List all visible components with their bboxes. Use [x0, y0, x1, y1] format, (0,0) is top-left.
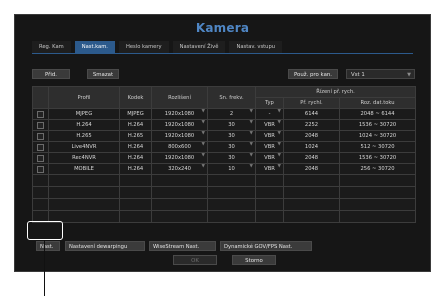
callout-line — [44, 240, 45, 296]
cell-profile: MOBILE — [48, 163, 120, 175]
highlight-box — [27, 221, 63, 240]
add-button[interactable]: Přid. — [32, 69, 70, 79]
tab-camera-settings[interactable]: Nast.kam. — [74, 41, 115, 53]
cell-resolution[interactable]: 320x240 ▼ — [151, 163, 208, 175]
tab-bar: Reg. Kam Nast.kam. Heslo kamery Nastaven… — [32, 41, 283, 53]
cell-codec: H.264 — [119, 119, 152, 131]
cell-resolution[interactable]: 1920x1080 ▼ — [151, 119, 208, 131]
cell-profile: Live4NVR — [48, 141, 120, 153]
cell-type[interactable]: VBR ▼ — [255, 130, 284, 142]
row-checkbox[interactable] — [37, 165, 44, 173]
tab-camera-password[interactable]: Heslo kamery — [118, 41, 169, 53]
empty-row — [32, 186, 417, 199]
cell-range: 2048 ~ 6144 — [338, 108, 417, 120]
tab-input-settings[interactable]: Nastav. vstupu — [229, 41, 283, 53]
table-row[interactable]: H.265 H.265 1920x1080 ▼ 30 ▼ VBR ▼ 2048 102… — [32, 130, 417, 142]
cell-frame-rate[interactable]: 10 ▼ — [207, 163, 256, 175]
cell-resolution[interactable]: 1920x1080 ▼ — [151, 108, 208, 120]
tab-camera-registration[interactable]: Reg. Kam — [32, 41, 71, 53]
cell-type[interactable]: VBR ▼ — [255, 163, 284, 175]
row-checkbox[interactable] — [37, 143, 44, 151]
dialog-title: Kamera — [195, 21, 250, 35]
cell-rate[interactable]: 1024 — [283, 141, 340, 153]
profile-table: Profil Kodek Rozlišení Sn. frekv. Řízení… — [32, 86, 417, 223]
cell-frame-rate[interactable]: 30 ▼ — [207, 141, 256, 153]
ok-button[interactable]: OK — [173, 255, 217, 265]
header-resolution: Rozlišení — [151, 86, 208, 109]
row-checkbox[interactable] — [37, 154, 44, 162]
cell-range: 1536 ~ 30720 — [338, 152, 417, 164]
dynamic-gov-fps-button[interactable]: Dynamické GOV/FPS Nast. — [220, 241, 312, 251]
header-profile: Profil — [48, 86, 120, 109]
apply-to-channels-button[interactable]: Použ. pro kan. — [288, 69, 338, 79]
cancel-button[interactable]: Storno — [232, 255, 276, 265]
table-row[interactable]: MJPEG MJPEG 1920x1080 ▼ 2 ▼ - ▼ 6144 2048 ~… — [32, 108, 417, 120]
cell-type[interactable]: VBR ▼ — [255, 152, 284, 164]
table-row[interactable]: Rec4NVR H.264 1920x1080 ▼ 30 ▼ VBR ▼ 2048 1… — [32, 152, 417, 164]
cell-rate[interactable]: 2252 — [283, 119, 340, 131]
cell-rate[interactable]: 6144 — [283, 108, 340, 120]
cell-profile: H.265 — [48, 130, 120, 142]
cell-codec: H.264 — [119, 141, 152, 153]
cell-range: 256 ~ 30720 — [338, 163, 417, 175]
cell-profile: MJPEG — [48, 108, 120, 120]
header-frame-rate: Sn. frekv. — [207, 86, 256, 109]
cell-rate[interactable]: 2048 — [283, 152, 340, 164]
cell-frame-rate[interactable]: 30 ▼ — [207, 152, 256, 164]
cell-frame-rate[interactable]: 2 ▼ — [207, 108, 256, 120]
cell-codec: H.264 — [119, 163, 152, 175]
header-rate: Př. rychl. — [283, 97, 340, 109]
header-codec: Kodek — [119, 86, 152, 109]
cell-type[interactable]: VBR ▼ — [255, 141, 284, 153]
cell-resolution[interactable]: 1920x1080 ▼ — [151, 152, 208, 164]
row-checkbox[interactable] — [37, 110, 44, 118]
chevron-down-icon: ▼ — [407, 72, 411, 78]
header-type: Typ — [255, 97, 284, 109]
cell-range: 1536 ~ 30720 — [338, 119, 417, 131]
cell-range: 1024 ~ 30720 — [338, 130, 417, 142]
cell-type[interactable]: VBR ▼ — [255, 119, 284, 131]
empty-row — [32, 174, 417, 187]
table-row[interactable]: Live4NVR H.264 800x600 ▼ 30 ▼ VBR ▼ 1024 51… — [32, 141, 417, 153]
table-row[interactable]: H.264 H.264 1920x1080 ▼ 30 ▼ VBR ▼ 2252 153… — [32, 119, 417, 131]
empty-row — [32, 210, 417, 223]
cell-profile: Rec4NVR — [48, 152, 120, 164]
cell-rate[interactable]: 2048 — [283, 163, 340, 175]
tab-underline — [32, 53, 413, 54]
camera-settings-dialog: Kamera Reg. Kam Nast.kam. Heslo kamery N… — [14, 14, 431, 272]
empty-row — [32, 198, 417, 211]
cell-frame-rate[interactable]: 30 ▼ — [207, 119, 256, 131]
row-checkbox[interactable] — [37, 132, 44, 140]
tab-live-settings[interactable]: Nastavení Živě — [172, 41, 226, 53]
table-row[interactable]: MOBILE H.264 320x240 ▼ 10 ▼ VBR ▼ 2048 256 … — [32, 163, 417, 175]
cell-resolution[interactable]: 800x600 ▼ — [151, 141, 208, 153]
header-bitrate-control: Řízení př. rych. — [254, 86, 417, 98]
row-checkbox[interactable] — [37, 121, 44, 129]
profile-select-value: Vst 1 — [351, 72, 365, 78]
cell-range: 512 ~ 30720 — [338, 141, 417, 153]
profile-select[interactable]: Vst 1 ▼ — [346, 69, 415, 79]
delete-button[interactable]: Smazat — [87, 69, 119, 79]
cell-codec: H.264 — [119, 152, 152, 164]
wisestream-settings-button[interactable]: WiseStream Nast. — [149, 241, 216, 251]
cell-rate[interactable]: 2048 — [283, 130, 340, 142]
cell-profile: H.264 — [48, 119, 120, 131]
dewarping-settings-button[interactable]: Nastavení dewarpingu — [65, 241, 145, 251]
cell-resolution[interactable]: 1920x1080 ▼ — [151, 130, 208, 142]
cell-codec: H.265 — [119, 130, 152, 142]
cell-codec: MJPEG — [119, 108, 152, 120]
header-checkbox-col — [32, 86, 49, 109]
cell-frame-rate[interactable]: 30 ▼ — [207, 130, 256, 142]
settings-button[interactable]: Nast. — [36, 241, 60, 251]
cell-type[interactable]: - ▼ — [255, 108, 284, 120]
header-range: Roz. dat.toku — [338, 97, 417, 109]
